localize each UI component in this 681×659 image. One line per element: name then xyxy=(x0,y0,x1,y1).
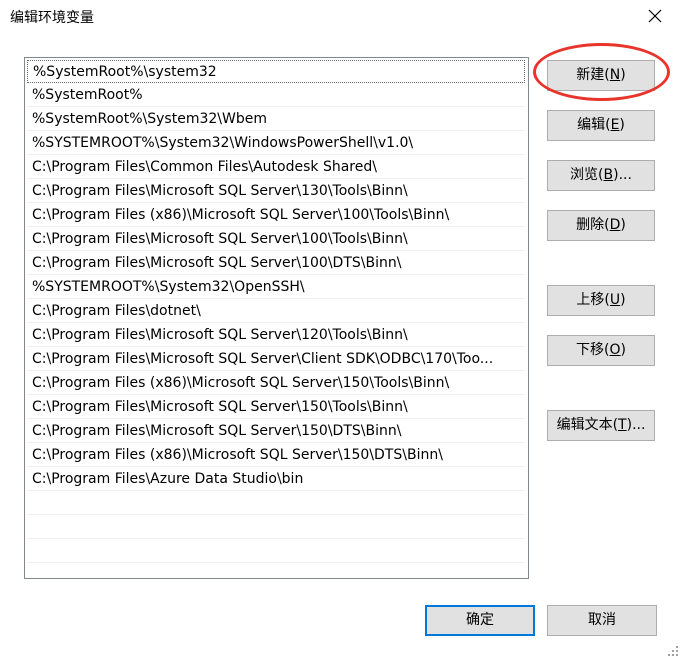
list-item-text: C:\Program Files\Microsoft SQL Server\Cl… xyxy=(32,351,494,367)
list-item[interactable]: C:\Program Files\Microsoft SQL Server\12… xyxy=(27,324,525,347)
list-item-text: %SYSTEMROOT%\System32\OpenSSH\ xyxy=(32,279,305,295)
list-item-text: %SystemRoot% xyxy=(32,87,143,103)
edit-button[interactable]: 编辑(E) xyxy=(547,110,655,141)
list-item[interactable]: C:\Program Files\Common Files\Autodesk S… xyxy=(27,156,525,179)
list-item[interactable]: C:\Program Files\dotnet\ xyxy=(27,300,525,323)
list-item[interactable] xyxy=(27,492,525,515)
list-item[interactable]: %SYSTEMROOT%\System32\WindowsPowerShell\… xyxy=(27,132,525,155)
list-item-text: C:\Program Files\Microsoft SQL Server\10… xyxy=(32,231,408,247)
delete-button[interactable]: 删除(D) xyxy=(547,210,655,241)
list-item[interactable]: C:\Program Files\Microsoft SQL Server\15… xyxy=(27,420,525,443)
ok-button[interactable]: 确定 xyxy=(425,605,535,636)
move-down-button[interactable]: 下移(O) xyxy=(547,335,655,366)
resize-grip-icon[interactable] xyxy=(667,645,679,657)
list-item-text: %SystemRoot%\System32\Wbem xyxy=(32,111,267,127)
list-item[interactable]: C:\Program Files\Microsoft SQL Server\15… xyxy=(27,396,525,419)
list-item-text: C:\Program Files\Azure Data Studio\bin xyxy=(32,471,304,487)
list-item-text: C:\Program Files\Microsoft SQL Server\15… xyxy=(32,423,402,439)
list-item-text: %SystemRoot%\system32 xyxy=(33,64,217,80)
list-item-text: %SYSTEMROOT%\System32\WindowsPowerShell\… xyxy=(32,135,414,151)
list-item-text: C:\Program Files\Microsoft SQL Server\15… xyxy=(32,399,408,415)
list-item[interactable]: %SYSTEMROOT%\System32\OpenSSH\ xyxy=(27,276,525,299)
list-item[interactable]: C:\Program Files\Microsoft SQL Server\Cl… xyxy=(27,348,525,371)
list-item[interactable]: %SystemRoot%\system32 xyxy=(27,60,525,83)
list-item-text: C:\Program Files\Microsoft SQL Server\12… xyxy=(32,327,408,343)
list-item[interactable]: C:\Program Files (x86)\Microsoft SQL Ser… xyxy=(27,372,525,395)
list-item-text: C:\Program Files\Microsoft SQL Server\13… xyxy=(32,183,408,199)
list-item-text: C:\Program Files\Microsoft SQL Server\10… xyxy=(32,255,402,271)
list-item[interactable]: C:\Program Files\Azure Data Studio\bin xyxy=(27,468,525,491)
list-item[interactable]: C:\Program Files (x86)\Microsoft SQL Ser… xyxy=(27,444,525,467)
move-up-button[interactable]: 上移(U) xyxy=(547,285,655,316)
list-item[interactable]: C:\Program Files\Microsoft SQL Server\13… xyxy=(27,180,525,203)
list-item[interactable]: C:\Program Files\Microsoft SQL Server\10… xyxy=(27,228,525,251)
edit-text-button[interactable]: 编辑文本(T)... xyxy=(547,410,655,441)
cancel-button[interactable]: 取消 xyxy=(547,605,657,636)
list-item-text: C:\Program Files (x86)\Microsoft SQL Ser… xyxy=(32,375,450,391)
list-item[interactable] xyxy=(27,516,525,539)
title-bar: 编辑环境变量 xyxy=(0,0,681,32)
highlight-circle xyxy=(533,43,670,101)
list-item[interactable]: C:\Program Files\Microsoft SQL Server\10… xyxy=(27,252,525,275)
list-item-text: C:\Program Files\dotnet\ xyxy=(32,303,201,319)
list-item-text: C:\Program Files (x86)\Microsoft SQL Ser… xyxy=(32,447,443,463)
close-icon xyxy=(648,9,662,23)
browse-button[interactable]: 浏览(B)... xyxy=(547,160,655,191)
list-item[interactable]: %SystemRoot%\System32\Wbem xyxy=(27,108,525,131)
dialog-title: 编辑环境变量 xyxy=(10,10,94,26)
list-item[interactable] xyxy=(27,540,525,563)
list-item[interactable]: C:\Program Files (x86)\Microsoft SQL Ser… xyxy=(27,204,525,227)
path-list[interactable]: %SystemRoot%\system32 %SystemRoot% %System… xyxy=(24,57,529,579)
close-button[interactable] xyxy=(640,2,670,30)
list-item[interactable]: %SystemRoot% xyxy=(27,84,525,107)
list-item-text: C:\Program Files (x86)\Microsoft SQL Ser… xyxy=(32,207,450,223)
edit-environment-variable-dialog: 编辑环境变量 %SystemRoot%\system32 %SystemRoot%… xyxy=(0,0,681,659)
list-item-text: C:\Program Files\Common Files\Autodesk S… xyxy=(32,159,377,175)
